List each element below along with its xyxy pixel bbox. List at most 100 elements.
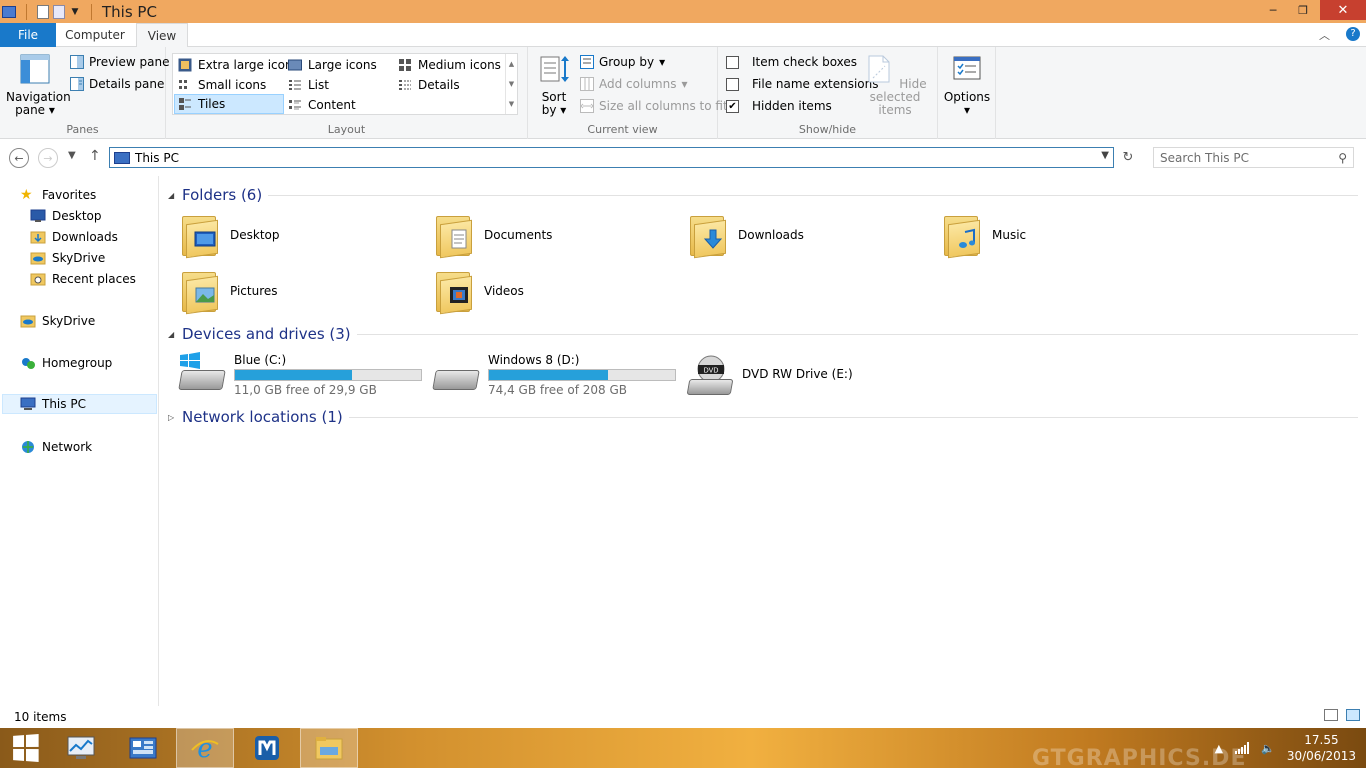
taskbar-file-explorer[interactable]	[300, 728, 358, 768]
scroll-up-icon[interactable]: ▲	[506, 54, 517, 74]
hidden-items-toggle[interactable]: ✔ Hidden items	[726, 97, 832, 115]
folder-tile-desktop[interactable]: Desktop	[180, 209, 280, 261]
address-dropdown-icon[interactable]: ▼	[1101, 150, 1109, 161]
layout-details[interactable]: Details	[395, 75, 503, 95]
details-view-icon[interactable]	[1324, 709, 1338, 721]
layout-item-label: Tiles	[198, 97, 226, 111]
preview-pane-button[interactable]: Preview pane	[70, 53, 169, 71]
expand-triangle-icon[interactable]: ▷	[168, 413, 176, 422]
forward-button[interactable]: →	[38, 148, 58, 168]
taskbar-control-panel[interactable]	[114, 728, 172, 768]
options-button[interactable]: Options ▾	[942, 53, 992, 117]
address-path[interactable]: This PC	[135, 151, 179, 165]
network-locations-section-header[interactable]: ▷ Network locations (1)	[168, 408, 1358, 426]
search-icon[interactable]: ⚲	[1338, 151, 1347, 165]
tab-file[interactable]: File	[0, 23, 56, 47]
current-view-group: Sort by ▾ Group by ▾ Add columns ▾ Size …	[528, 47, 728, 139]
tab-view[interactable]: View	[136, 23, 188, 48]
devices-section-header[interactable]: ◢ Devices and drives (3)	[168, 325, 1358, 343]
layout-small-icons[interactable]: Small icons	[175, 75, 285, 95]
collapse-triangle-icon[interactable]: ◢	[168, 191, 176, 200]
nav-desktop[interactable]: Desktop	[30, 206, 102, 226]
layout-content[interactable]: Content	[285, 95, 393, 115]
file-name-extensions-checkbox[interactable]	[726, 77, 739, 91]
maximize-button[interactable]: ❐	[1290, 0, 1316, 20]
folder-tile-videos[interactable]: Videos	[434, 265, 524, 317]
properties-icon[interactable]	[37, 4, 49, 19]
this-pc-app-icon[interactable]	[2, 5, 16, 18]
layout-large-icons[interactable]: Large icons	[285, 55, 393, 75]
new-folder-icon[interactable]	[53, 4, 65, 19]
folder-tile-pictures[interactable]: Pictures	[180, 265, 278, 317]
add-columns-button[interactable]: Add columns ▾	[580, 75, 688, 93]
minimize-button[interactable]: ─	[1260, 0, 1286, 20]
file-name-extensions-toggle[interactable]: File name extensions	[726, 75, 879, 93]
refresh-icon: ↻	[1122, 150, 1134, 165]
folder-tile-music[interactable]: Music	[942, 209, 1026, 261]
large-icons-view-icon[interactable]	[1346, 709, 1360, 721]
folders-section-header[interactable]: ◢ Folders (6)	[168, 186, 1358, 204]
item-check-boxes-checkbox[interactable]	[726, 55, 739, 69]
close-button[interactable]: ✕	[1320, 0, 1366, 20]
downloads-folder-icon	[688, 212, 728, 259]
nav-favorites[interactable]: ★ Favorites	[20, 185, 96, 205]
tab-computer[interactable]: Computer	[57, 23, 133, 47]
hidden-items-checkbox[interactable]: ✔	[726, 99, 739, 113]
minimize-ribbon-chevron-icon[interactable]: ︿	[1319, 27, 1330, 43]
up-arrow-icon[interactable]: ↑	[89, 148, 101, 164]
layout-gallery-scroll[interactable]: ▲ ▼ ▼	[505, 54, 517, 114]
layout-list[interactable]: List	[285, 75, 393, 95]
help-icon[interactable]: ?	[1346, 27, 1360, 41]
drive-tile-d[interactable]: Windows 8 (D:) 74,4 GB free of 208 GB	[432, 350, 676, 398]
folder-options-icon	[953, 56, 981, 80]
clock[interactable]: 17.55 30/06/2013	[1287, 732, 1356, 764]
scroll-down-icon[interactable]: ▼	[506, 74, 517, 94]
drive-tile-e[interactable]: DVD DVD RW Drive (E:)	[686, 350, 853, 398]
add-columns-label: Add columns	[599, 77, 677, 91]
options-label: Options	[943, 90, 991, 104]
start-button[interactable]	[0, 728, 50, 768]
back-button[interactable]: ←	[9, 148, 29, 168]
maxthon-browser-icon	[255, 736, 279, 760]
address-bar[interactable]: This PC ▼	[109, 147, 1114, 168]
search-input[interactable]: Search This PC ⚲	[1153, 147, 1354, 168]
nav-this-pc[interactable]: This PC	[2, 394, 157, 414]
hide-selected-items-button[interactable]: Hide selected items	[858, 53, 932, 117]
network-signal-icon[interactable]	[1235, 742, 1250, 754]
size-all-columns-button[interactable]: Size all columns to fit	[580, 97, 728, 115]
recent-locations-chevron-icon[interactable]: ▼	[68, 150, 76, 161]
nav-downloads[interactable]: Downloads	[30, 227, 118, 247]
folder-tile-documents[interactable]: Documents	[434, 209, 552, 261]
nav-skydrive[interactable]: SkyDrive	[20, 311, 95, 331]
sort-by-button[interactable]: Sort by ▾	[536, 53, 572, 117]
details-pane-button[interactable]: Details pane	[70, 75, 164, 93]
drive-tile-c[interactable]: Blue (C:) 11,0 GB free of 29,9 GB	[178, 350, 422, 398]
taskbar-maxthon[interactable]	[238, 728, 296, 768]
expand-gallery-icon[interactable]: ▼	[506, 94, 517, 114]
nav-homegroup-label: Homegroup	[42, 356, 113, 370]
nav-network[interactable]: Network	[20, 437, 92, 457]
refresh-button[interactable]: ↻	[1118, 147, 1138, 168]
navigation-pane-button[interactable]: Navigation pane ▾	[6, 53, 71, 117]
customize-toolbar-chevron-icon[interactable]: ▼	[69, 7, 81, 17]
ribbon-tabs: File Computer View ︿ ?	[0, 23, 1366, 48]
nav-recent-places[interactable]: Recent places	[30, 269, 136, 289]
volume-icon[interactable]: 🔈	[1261, 742, 1275, 755]
clock-date: 30/06/2013	[1286, 749, 1356, 763]
nav-homegroup[interactable]: Homegroup	[20, 353, 112, 373]
nav-skydrive-favorite[interactable]: SkyDrive	[30, 248, 105, 268]
file-explorer-icon	[315, 737, 343, 760]
item-check-boxes-toggle[interactable]: Item check boxes	[726, 53, 857, 71]
layout-tiles[interactable]: Tiles	[174, 94, 284, 114]
group-by-button[interactable]: Group by ▾	[580, 53, 665, 71]
collapse-triangle-icon[interactable]: ◢	[168, 330, 176, 339]
layout-extra-large-icons[interactable]: Extra large icons	[175, 55, 299, 75]
pictures-folder-icon	[180, 268, 220, 315]
taskbar-internet-explorer[interactable]: e	[176, 728, 234, 768]
show-hidden-icons-chevron-icon[interactable]: ▲	[1215, 742, 1223, 755]
layout-medium-icons[interactable]: Medium icons	[395, 55, 503, 75]
folder-tile-downloads[interactable]: Downloads	[688, 209, 804, 261]
taskbar-performance-monitor[interactable]	[52, 728, 110, 768]
nav-skydrive-label: SkyDrive	[42, 314, 96, 328]
address-row: ← → ▼ ↑ This PC ▼ ↻ Search This PC ⚲	[0, 139, 1366, 176]
